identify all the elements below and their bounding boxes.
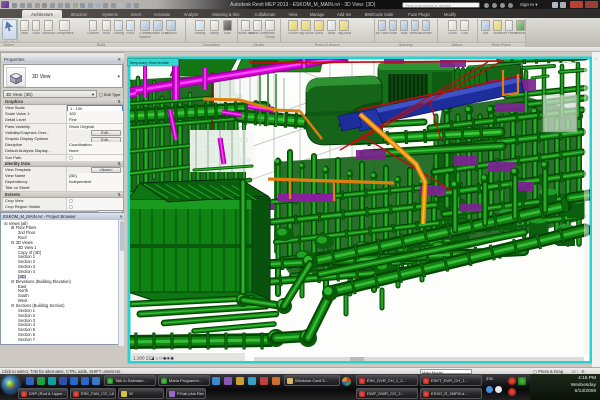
svg-text:─ □ ✕: ─ □ ✕ bbox=[563, 60, 578, 66]
svg-text:Temporary Hide/Isolate: Temporary Hide/Isolate bbox=[129, 60, 169, 65]
svg-text:1:100 ◫◪☼▭◆◈◉: 1:100 ◫◪☼▭◆◈◉ bbox=[133, 356, 175, 361]
